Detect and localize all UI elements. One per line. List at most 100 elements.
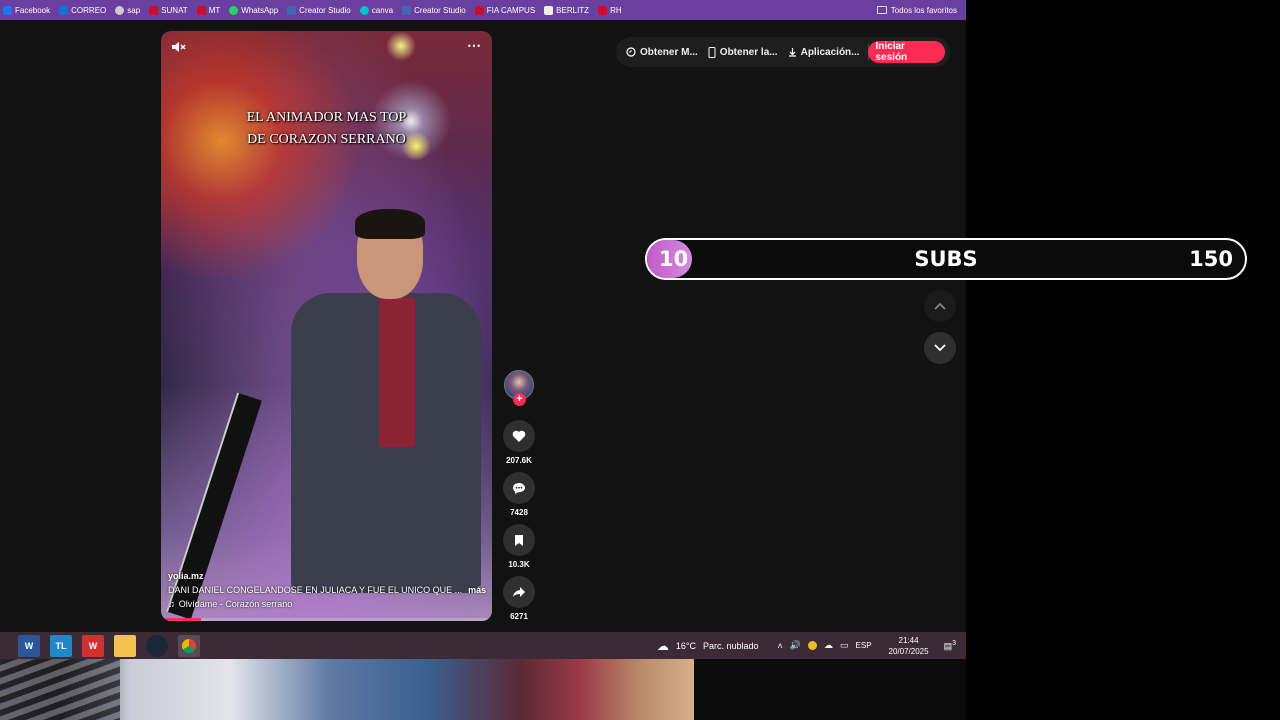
comment-button[interactable]	[503, 472, 535, 504]
notification-count: 3	[952, 639, 956, 647]
share-arrow-icon	[513, 587, 525, 597]
bookmark-fia-campus[interactable]: FIA CAMPUS	[474, 5, 535, 15]
more-options-button[interactable]: ⋯	[467, 37, 482, 54]
creator-studio-icon	[402, 5, 412, 15]
tray-expand-chevron-icon[interactable]: ˄	[778, 641, 783, 651]
chevron-down-icon	[934, 344, 946, 352]
stage-light	[386, 31, 416, 61]
chrome-icon[interactable]	[178, 634, 200, 657]
subs-current-count: 10	[659, 247, 689, 271]
performer-hair	[355, 209, 425, 239]
webcam-overlay	[0, 659, 694, 720]
subs-goal-label: SUBS	[914, 247, 978, 271]
heart-icon	[512, 430, 526, 442]
video-info: yolia.mz DANI DANIEL CONGELANDOSE EN JUL…	[168, 569, 488, 611]
get-coins-link[interactable]: Obtener M...	[626, 47, 698, 58]
weather-temp[interactable]: 16°C	[676, 641, 696, 651]
like-action: 207.6K	[503, 420, 535, 465]
mt-icon	[196, 5, 206, 15]
video-music[interactable]: ♫ Olvídame - Corazón serrano	[168, 597, 488, 611]
share-count: 6271	[510, 612, 528, 621]
all-bookmarks-folder[interactable]: Todos los favoritos	[876, 0, 957, 20]
video-progress-bar[interactable]	[161, 618, 492, 621]
previous-video-button[interactable]	[924, 290, 956, 322]
save-action: 10.3K	[503, 524, 535, 569]
video-progress-fill	[161, 618, 201, 621]
screen: Facebook CORREO sap SUNAT MT WhatsApp Cr…	[0, 0, 1280, 720]
bookmark-mt[interactable]: MT	[196, 5, 220, 15]
creator-studio-icon	[287, 5, 297, 15]
fia-campus-icon	[474, 5, 484, 15]
tl-icon[interactable]: TL	[50, 634, 72, 657]
top-header: Obtener M... Obtener la... Aplicación...…	[616, 37, 950, 67]
folder-icon	[876, 6, 887, 14]
phone-icon	[708, 46, 716, 58]
bookmark-icon	[515, 534, 523, 546]
onedrive-icon[interactable]: ☁	[824, 640, 833, 651]
outlook-icon	[59, 5, 69, 15]
follow-button[interactable]: +	[513, 393, 526, 406]
speaker-muted-icon	[172, 42, 186, 52]
bookmark-canva[interactable]: canva	[359, 5, 393, 15]
desktop-app-link[interactable]: Aplicación...	[788, 47, 860, 58]
chevron-up-icon	[934, 302, 946, 310]
network-icon[interactable]: ▭	[840, 640, 849, 651]
folder-icon[interactable]	[114, 634, 136, 657]
globe-icon	[115, 5, 125, 15]
tray-app-icon[interactable]	[808, 641, 817, 650]
coin-icon	[626, 47, 636, 57]
video-caption: DANI DANIEL CONGELANDOSE EN JULIACA Y FU…	[168, 585, 487, 595]
performer-shirt	[379, 297, 415, 447]
rh-icon	[598, 5, 608, 15]
facebook-icon	[3, 5, 12, 15]
bookmark-rh[interactable]: RH	[598, 5, 622, 15]
bookmark-creator-studio[interactable]: Creator Studio	[287, 5, 351, 15]
bookmark-sunat[interactable]: SUNAT	[149, 5, 188, 15]
sunat-icon	[149, 5, 159, 15]
windows-taskbar: W TL W ☁ 16°C Parc. nublado ˄ 🔊 ☁ ▭ ESP …	[0, 632, 966, 659]
canva-icon	[359, 5, 369, 15]
language-indicator[interactable]: ESP	[856, 641, 872, 650]
bookmark-correo[interactable]: CORREO	[59, 5, 106, 15]
login-button[interactable]: Iniciar sesión	[868, 41, 945, 63]
berlitz-icon	[544, 5, 554, 15]
music-note-icon: ♫	[168, 599, 175, 609]
share-action: 6271	[503, 576, 535, 621]
like-count: 207.6K	[506, 456, 532, 465]
get-app-link[interactable]: Obtener la...	[708, 46, 778, 58]
next-video-button[interactable]	[924, 332, 956, 364]
wps-icon[interactable]: W	[82, 634, 104, 657]
bookmarks-bar: Facebook CORREO sap SUNAT MT WhatsApp Cr…	[0, 0, 966, 20]
share-button[interactable]	[503, 576, 535, 608]
word-icon[interactable]: W	[18, 634, 40, 657]
video-overlay-text: EL ANIMADOR MAS TOP DE CORAZON SERRANO	[246, 110, 407, 147]
save-count: 10.3K	[508, 560, 530, 569]
like-button[interactable]	[503, 420, 535, 452]
mute-button[interactable]	[169, 39, 189, 55]
video-author[interactable]: yolia.mz	[168, 569, 488, 583]
comment-action: 7428	[503, 472, 535, 517]
caption-more-link[interactable]: más	[468, 585, 486, 595]
system-tray: ☁ 16°C Parc. nublado ˄ 🔊 ☁ ▭ ESP 21:44 2…	[657, 632, 956, 659]
bookmark-facebook[interactable]: Facebook	[3, 5, 50, 15]
steam-icon[interactable]	[146, 634, 168, 657]
comment-count: 7428	[510, 508, 528, 517]
comment-icon	[513, 482, 525, 494]
notification-center-icon[interactable]: ▤3	[944, 640, 956, 652]
volume-icon[interactable]: 🔊	[790, 640, 801, 651]
weather-cloud-icon: ☁	[656, 638, 669, 653]
webcam-striped-clothing	[0, 659, 120, 720]
weather-desc[interactable]: Parc. nublado	[703, 641, 759, 651]
subs-goal-count: 150	[1189, 247, 1233, 271]
chrome-logo-icon	[182, 638, 196, 653]
bookmark-creator-studio-2[interactable]: Creator Studio	[402, 5, 466, 15]
bookmark-whatsapp[interactable]: WhatsApp	[229, 5, 278, 15]
bookmark-berlitz[interactable]: BERLITZ	[544, 5, 589, 15]
clock[interactable]: 21:44 20/07/2025	[889, 635, 929, 657]
subs-goal-bar: SUBS 10 150	[645, 238, 1247, 280]
whatsapp-icon	[229, 5, 239, 15]
bookmark-sap[interactable]: sap	[115, 5, 140, 15]
video-player[interactable]: EL ANIMADOR MAS TOP DE CORAZON SERRANO ⋯…	[161, 31, 492, 621]
screen-margin	[966, 0, 1280, 720]
save-button[interactable]	[503, 524, 535, 556]
